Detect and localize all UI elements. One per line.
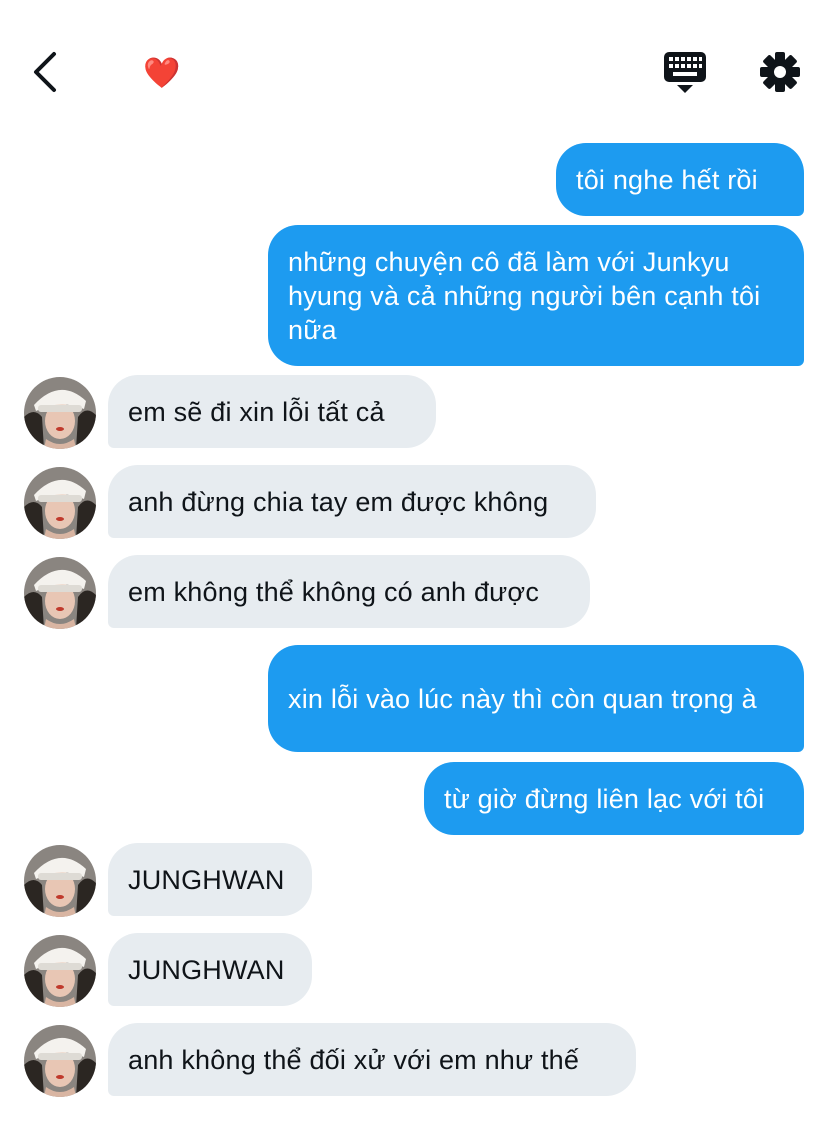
message-bubble-outgoing[interactable]: xin lỗi vào lúc này thì còn quan trọng à: [268, 645, 804, 752]
heart-emoji: ❤️: [143, 57, 181, 90]
message-bubble-outgoing[interactable]: những chuyện cô đã làm với Junkyu hyung …: [268, 225, 804, 366]
message-bubble-incoming[interactable]: anh đừng chia tay em được không: [108, 465, 596, 538]
avatar-image: [24, 845, 96, 917]
message-text: em không thể không có anh được: [128, 576, 540, 607]
avatar-image: [24, 377, 96, 449]
message-text: em sẽ đi xin lỗi tất cả: [128, 396, 385, 427]
back-button[interactable]: [28, 50, 68, 94]
message-text: từ giờ đừng liên lạc với tôi: [444, 783, 765, 814]
avatar[interactable]: [24, 1025, 96, 1097]
message-text: JUNGHWAN: [128, 864, 285, 895]
avatar-image: [24, 935, 96, 1007]
avatar[interactable]: [24, 935, 96, 1007]
chevron-left-icon: [34, 52, 56, 92]
message-text: anh đừng chia tay em được không: [128, 486, 549, 517]
message-bubble-incoming[interactable]: JUNGHWAN: [108, 933, 312, 1006]
settings-button[interactable]: [758, 50, 802, 94]
avatar[interactable]: [24, 845, 96, 917]
message-text: anh không thể đối xử với em như thế: [128, 1044, 580, 1075]
message-bubble-incoming[interactable]: em không thể không có anh được: [108, 555, 590, 628]
avatar[interactable]: [24, 377, 96, 449]
conversation-header: ❤️: [0, 0, 828, 140]
gear-icon: [760, 52, 800, 92]
message-bubble-incoming[interactable]: anh không thể đối xử với em như thế: [108, 1023, 636, 1096]
keyboard-button[interactable]: [662, 52, 708, 94]
message-text: tôi nghe hết rồi: [576, 164, 758, 195]
message-bubble-outgoing[interactable]: từ giờ đừng liên lạc với tôi: [424, 762, 804, 835]
message-bubble-incoming[interactable]: JUNGHWAN: [108, 843, 312, 916]
avatar[interactable]: [24, 467, 96, 539]
message-bubble-incoming[interactable]: em sẽ đi xin lỗi tất cả: [108, 375, 436, 448]
keyboard-icon: [664, 52, 706, 93]
avatar[interactable]: [24, 557, 96, 629]
avatar-image: [24, 467, 96, 539]
avatar-image: [24, 1025, 96, 1097]
message-text: JUNGHWAN: [128, 954, 285, 985]
message-bubble-outgoing[interactable]: tôi nghe hết rồi: [556, 143, 804, 216]
message-text: xin lỗi vào lúc này thì còn quan trọng à: [288, 683, 757, 714]
avatar-image: [24, 557, 96, 629]
message-text: những chuyện cô đã làm với Junkyu hyung …: [288, 246, 761, 345]
